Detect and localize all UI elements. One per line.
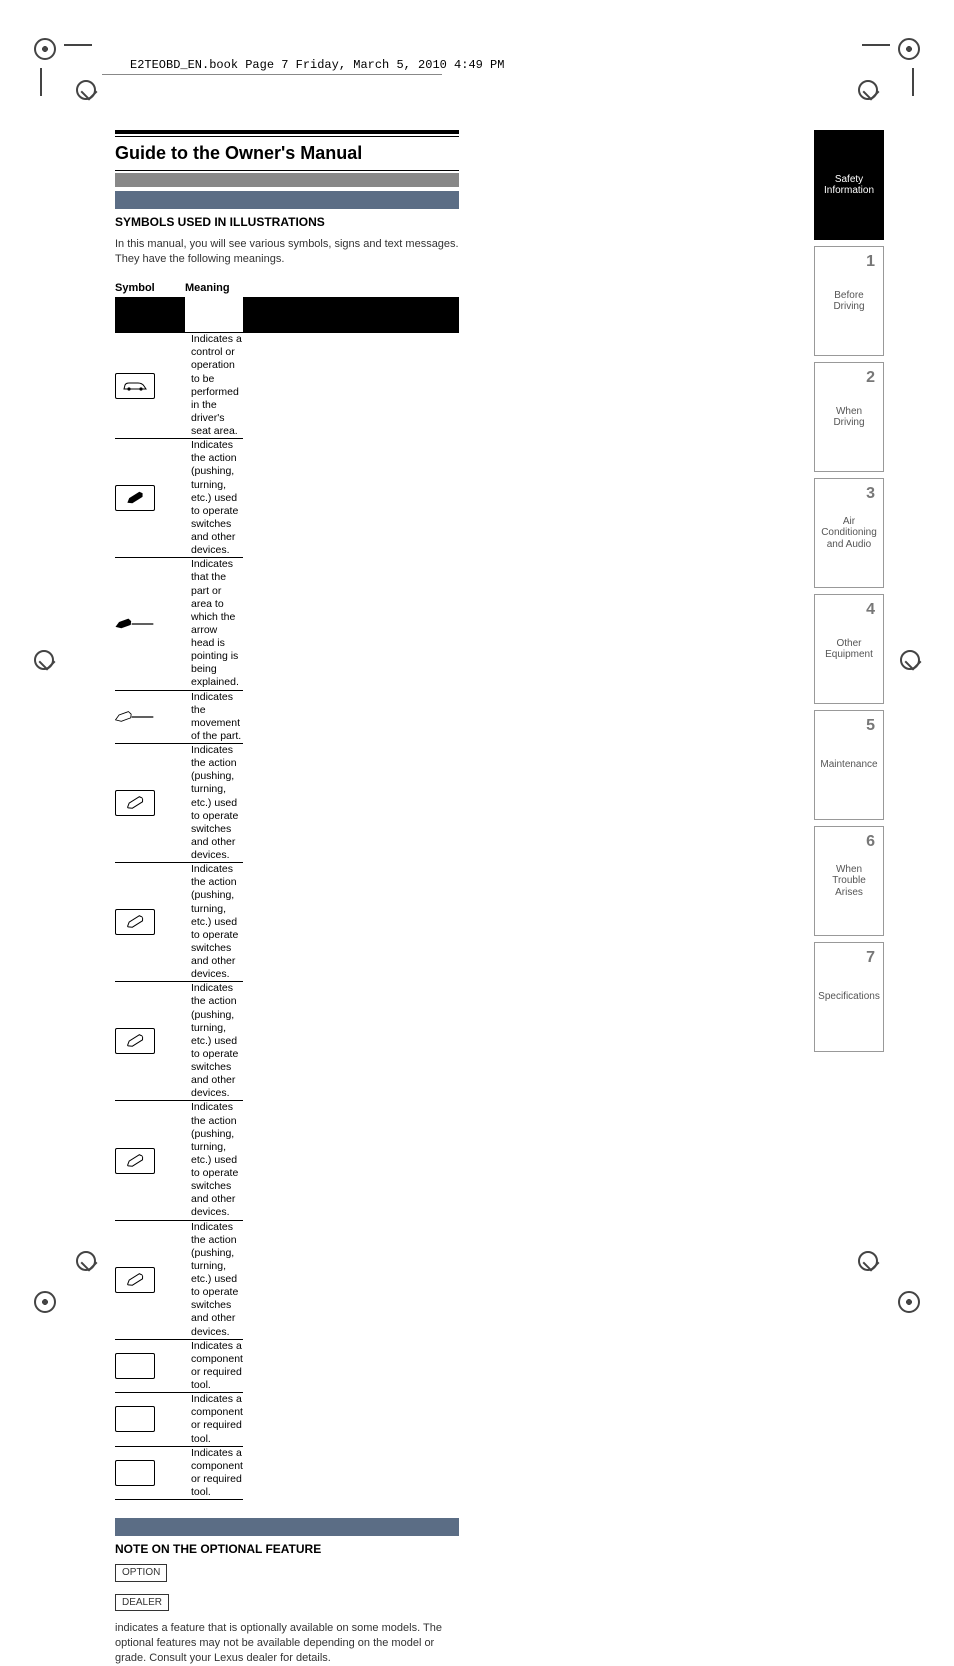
- table-row: Indicates the action (pushing, turning, …: [115, 1220, 459, 1339]
- running-header: E2TEOBD_EN.book Page 7 Friday, March 5, …: [130, 58, 504, 72]
- row-meaning: Indicates the movement of the part.: [185, 690, 243, 744]
- row-meaning: Indicates the action (pushing, turning, …: [185, 1220, 243, 1339]
- row-meaning: Indicates the action (pushing, turning, …: [185, 1101, 243, 1220]
- symbols-table: Symbol Meaning Indicates a control or op…: [115, 279, 459, 1501]
- note-heading: NOTE ON THE OPTIONAL FEATURE: [115, 1536, 459, 1558]
- table-row: Indicates a component or required tool.: [115, 1393, 459, 1447]
- dealer-label: DEALER: [115, 1594, 169, 1612]
- top-rule: [115, 130, 459, 134]
- col-header-symbol: Symbol: [115, 279, 185, 297]
- title-grey-bar: [115, 173, 459, 187]
- tab-safety: Safety Information: [814, 130, 884, 240]
- tab-before-driving: 1 Before Driving: [814, 246, 884, 356]
- row-meaning: Indicates the action (pushing, turning, …: [185, 744, 243, 863]
- tab-specifications: 7 Specifications: [814, 942, 884, 1052]
- print-registration-mark: [34, 38, 98, 102]
- tab-when-driving: 2 When Driving: [814, 362, 884, 472]
- tab-label: Safety Information: [815, 174, 883, 197]
- row-meaning: Indicates the action (pushing, turning, …: [185, 863, 243, 982]
- pen-icon: [115, 1028, 155, 1054]
- document-page: E2TEOBD_EN.book Page 7 Friday, March 5, …: [0, 0, 954, 1351]
- pen-icon: [115, 1148, 155, 1174]
- content-column: Guide to the Owner's Manual SYMBOLS USED…: [115, 130, 459, 1666]
- tab-number: 2: [866, 369, 875, 387]
- row-meaning: Indicates the action (pushing, turning, …: [185, 439, 243, 558]
- tab-maintenance: 5 Maintenance: [814, 710, 884, 820]
- table-row: Indicates the action (pushing, turning, …: [115, 982, 459, 1101]
- table-row: Indicates a component or required tool.: [115, 1339, 459, 1393]
- symbols-intro: In this manual, you will see various sym…: [115, 231, 459, 279]
- table-row: Indicates the action (pushing, turning, …: [115, 744, 459, 863]
- pen-icon: [115, 1267, 155, 1293]
- running-header-text: E2TEOBD_EN.book Page 7 Friday, March 5, …: [130, 58, 504, 72]
- table-row: Indicates a component or required tool.: [115, 1446, 459, 1500]
- tab-number: 3: [866, 485, 875, 503]
- tab-number: 7: [866, 949, 875, 967]
- print-registration-mark: [856, 1249, 920, 1313]
- tab-label: Other Equipment: [815, 638, 883, 661]
- table-row: Indicates the action (pushing, turning, …: [115, 1101, 459, 1220]
- pen-icon: [115, 909, 155, 935]
- note-section-bar: [115, 1518, 459, 1536]
- row-meaning: Indicates a control or operation to be p…: [185, 333, 243, 439]
- box-icon: [115, 1406, 155, 1432]
- row-meaning: Indicates the action (pushing, turning, …: [185, 982, 243, 1101]
- tab-number: 1: [866, 253, 875, 271]
- table-row: Indicates a control or operation to be p…: [115, 333, 459, 439]
- tab-label: When Trouble Arises: [815, 864, 883, 899]
- tab-number: 6: [866, 833, 875, 851]
- box-icon: [115, 1353, 155, 1379]
- print-registration-mark: [856, 38, 920, 102]
- running-header-rule: [102, 74, 442, 75]
- tab-ac-audio: 3 Air Conditioning and Audio: [814, 478, 884, 588]
- box-icon: [115, 1460, 155, 1486]
- tab-label: When Driving: [815, 406, 883, 429]
- tab-number: 4: [866, 601, 875, 619]
- tab-label: Air Conditioning and Audio: [815, 516, 883, 551]
- tab-label: Specifications: [814, 991, 884, 1003]
- col-header-meaning: Meaning: [185, 279, 243, 297]
- row-meaning: Indicates a component or required tool.: [185, 1339, 243, 1393]
- symbols-heading: SYMBOLS USED IN ILLUSTRATIONS: [115, 209, 459, 231]
- row-meaning: Indicates a component or required tool.: [185, 1446, 243, 1500]
- print-registration-mark: [34, 650, 98, 714]
- table-row: Indicates that the part or area to which…: [115, 558, 459, 690]
- section-bar: [115, 191, 459, 209]
- car-icon: [115, 373, 155, 399]
- note-text: indicates a feature that is optionally a…: [115, 1622, 442, 1664]
- tab-trouble: 6 When Trouble Arises: [814, 826, 884, 936]
- table-row: Indicates the action (pushing, turning, …: [115, 439, 459, 558]
- row-meaning: Indicates that the part or area to which…: [185, 558, 243, 690]
- pen-line-icon: [115, 704, 155, 730]
- title-underline: [115, 170, 459, 171]
- page-title: Guide to the Owner's Manual: [115, 137, 459, 170]
- tab-other-equipment: 4 Other Equipment: [814, 594, 884, 704]
- print-registration-mark: [34, 1249, 98, 1313]
- pen-line-icon: [115, 611, 155, 637]
- pen-icon: [115, 790, 155, 816]
- tab-label: Before Driving: [815, 290, 883, 313]
- tab-number: 5: [866, 717, 875, 735]
- table-row: Indicates the movement of the part.: [115, 690, 459, 744]
- note-body: OPTION DEALER indicates a feature that i…: [115, 1558, 459, 1666]
- pen-icon: [115, 485, 155, 511]
- section-tabs: Safety Information 1 Before Driving 2 Wh…: [814, 130, 884, 1058]
- row-meaning: Indicates a component or required tool.: [185, 1393, 243, 1447]
- table-row: Indicates the action (pushing, turning, …: [115, 863, 459, 982]
- option-label: OPTION: [115, 1564, 167, 1582]
- tab-label: Maintenance: [816, 759, 881, 771]
